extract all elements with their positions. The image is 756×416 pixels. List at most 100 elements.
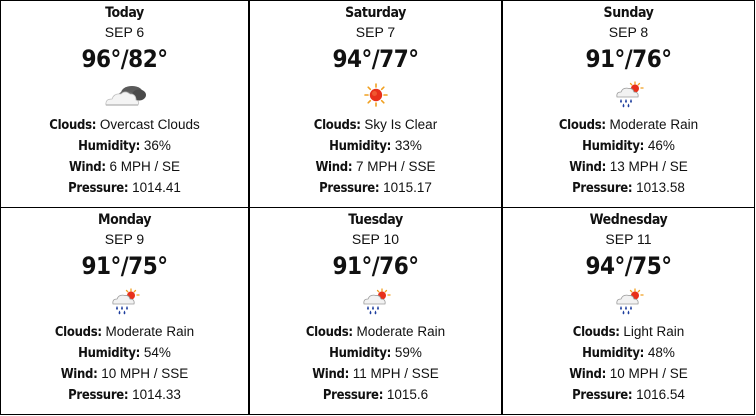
pressure-value: 1014.41 [132, 180, 181, 195]
pressure-value: 1016.54 [636, 387, 685, 402]
humidity-line: Humidity: 33% [250, 136, 501, 157]
humidity-label: Humidity: [329, 139, 392, 154]
weather-details: Clouds: Light Rain Humidity: 48% Wind: 1… [503, 322, 754, 406]
clouds-line: Clouds: Overcast Clouds [1, 115, 248, 136]
wind-line: Wind: 6 MPH / SE [1, 157, 248, 178]
sun-icon [250, 75, 501, 115]
humidity-line: Humidity: 48% [503, 343, 754, 364]
clouds-line: Clouds: Moderate Rain [503, 115, 754, 136]
day-name: Tuesday [348, 212, 403, 228]
clouds-value: Moderate Rain [105, 324, 195, 339]
pressure-label: Pressure: [322, 388, 384, 403]
pressure-label: Pressure: [68, 388, 129, 403]
pressure-line: Pressure: 1013.58 [503, 178, 754, 199]
wind-label: Wind: [569, 367, 606, 382]
forecast-card: Tuesday SEP 10 91°/76° Clouds: Moderate … [249, 208, 502, 415]
clouds-label: Clouds: [558, 118, 606, 133]
pressure-label: Pressure: [319, 181, 380, 196]
humidity-line: Humidity: 36% [1, 136, 248, 157]
pressure-label: Pressure: [68, 181, 129, 196]
wind-line: Wind: 7 MPH / SSE [250, 157, 501, 178]
temperature-range: 91°/76° [332, 252, 419, 280]
wind-label: Wind: [569, 160, 606, 175]
day-name: Sunday [603, 5, 654, 21]
day-name: Monday [97, 212, 152, 228]
pressure-value: 1014.33 [132, 387, 181, 402]
pressure-line: Pressure: 1015.17 [250, 178, 501, 199]
pressure-label: Pressure: [572, 181, 633, 196]
wind-value: 10 MPH / SSE [101, 366, 189, 381]
pressure-line: Pressure: 1015.6 [250, 385, 501, 406]
weather-details: Clouds: Moderate Rain Humidity: 59% Wind… [250, 322, 501, 406]
humidity-value: 48% [647, 345, 675, 360]
clouds-label: Clouds: [54, 325, 102, 340]
humidity-line: Humidity: 46% [503, 136, 754, 157]
humidity-value: 54% [143, 345, 171, 360]
clouds-line: Clouds: Moderate Rain [250, 322, 501, 343]
wind-value: 11 MPH / SSE [352, 366, 439, 381]
weather-details: Clouds: Overcast Clouds Humidity: 36% Wi… [1, 115, 248, 199]
clouds-label: Clouds: [572, 325, 620, 340]
clouds-value: Sky Is Clear [364, 117, 438, 132]
weather-details: Clouds: Moderate Rain Humidity: 46% Wind… [503, 115, 754, 199]
clouds-value: Overcast Clouds [99, 117, 200, 132]
temperature-range: 96°/82° [81, 45, 168, 73]
wind-label: Wind: [312, 367, 349, 382]
temperature-range: 91°/76° [585, 45, 672, 73]
humidity-label: Humidity: [329, 346, 392, 361]
sun-rain-cloud-icon [250, 282, 501, 322]
pressure-value: 1015.17 [383, 180, 432, 195]
humidity-value: 59% [394, 345, 422, 360]
clouds-value: Moderate Rain [356, 324, 446, 339]
pressure-line: Pressure: 1014.33 [1, 385, 248, 406]
clouds-label: Clouds: [49, 118, 97, 133]
humidity-value: 33% [394, 138, 422, 153]
day-date: SEP 6 [104, 24, 145, 40]
wind-label: Wind: [315, 160, 353, 175]
forecast-row: Today SEP 6 96°/82° Clouds: Overcast Clo… [0, 0, 756, 208]
day-date: SEP 8 [608, 24, 649, 40]
humidity-value: 36% [143, 138, 171, 153]
clouds-line: Clouds: Light Rain [503, 322, 754, 343]
clouds-label: Clouds: [305, 325, 353, 340]
humidity-label: Humidity: [582, 139, 645, 154]
wind-value: 6 MPH / SE [109, 159, 181, 174]
forecast-grid: Today SEP 6 96°/82° Clouds: Overcast Clo… [0, 0, 756, 415]
wind-line: Wind: 13 MPH / SE [503, 157, 754, 178]
day-name: Wednesday [589, 212, 668, 228]
temperature-range: 94°/75° [585, 252, 672, 280]
humidity-label: Humidity: [582, 346, 645, 361]
wind-value: 10 MPH / SE [609, 366, 688, 381]
wind-line: Wind: 10 MPH / SE [503, 364, 754, 385]
pressure-value: 1013.58 [636, 180, 685, 195]
day-date: SEP 9 [104, 231, 145, 247]
day-name: Saturday [345, 5, 406, 21]
wind-line: Wind: 10 MPH / SSE [1, 364, 248, 385]
weather-details: Clouds: Moderate Rain Humidity: 54% Wind… [1, 322, 248, 406]
pressure-line: Pressure: 1014.41 [1, 178, 248, 199]
humidity-value: 46% [647, 138, 675, 153]
humidity-line: Humidity: 59% [250, 343, 501, 364]
humidity-line: Humidity: 54% [1, 343, 248, 364]
day-date: SEP 11 [605, 231, 652, 247]
forecast-card: Monday SEP 9 91°/75° Clouds: Moderate Ra… [0, 208, 249, 415]
sun-rain-cloud-icon [503, 75, 754, 115]
wind-label: Wind: [68, 160, 106, 175]
weather-details: Clouds: Sky Is Clear Humidity: 33% Wind:… [250, 115, 501, 199]
sun-rain-cloud-icon [503, 282, 754, 322]
day-name: Today [105, 5, 144, 21]
sun-rain-cloud-icon [1, 282, 248, 322]
forecast-row: Monday SEP 9 91°/75° Clouds: Moderate Ra… [0, 208, 756, 415]
forecast-card: Saturday SEP 7 94°/77° Clouds: Sky Is Cl… [249, 0, 502, 208]
wind-value: 7 MPH / SSE [356, 159, 436, 174]
day-date: SEP 10 [351, 231, 400, 247]
wind-line: Wind: 11 MPH / SSE [250, 364, 501, 385]
wind-value: 13 MPH / SE [609, 159, 688, 174]
wind-label: Wind: [60, 367, 98, 382]
clouds-label: Clouds: [313, 118, 361, 133]
pressure-line: Pressure: 1016.54 [503, 385, 754, 406]
day-date: SEP 7 [355, 24, 396, 40]
humidity-label: Humidity: [78, 346, 141, 361]
clouds-value: Moderate Rain [609, 117, 699, 132]
humidity-label: Humidity: [78, 139, 141, 154]
